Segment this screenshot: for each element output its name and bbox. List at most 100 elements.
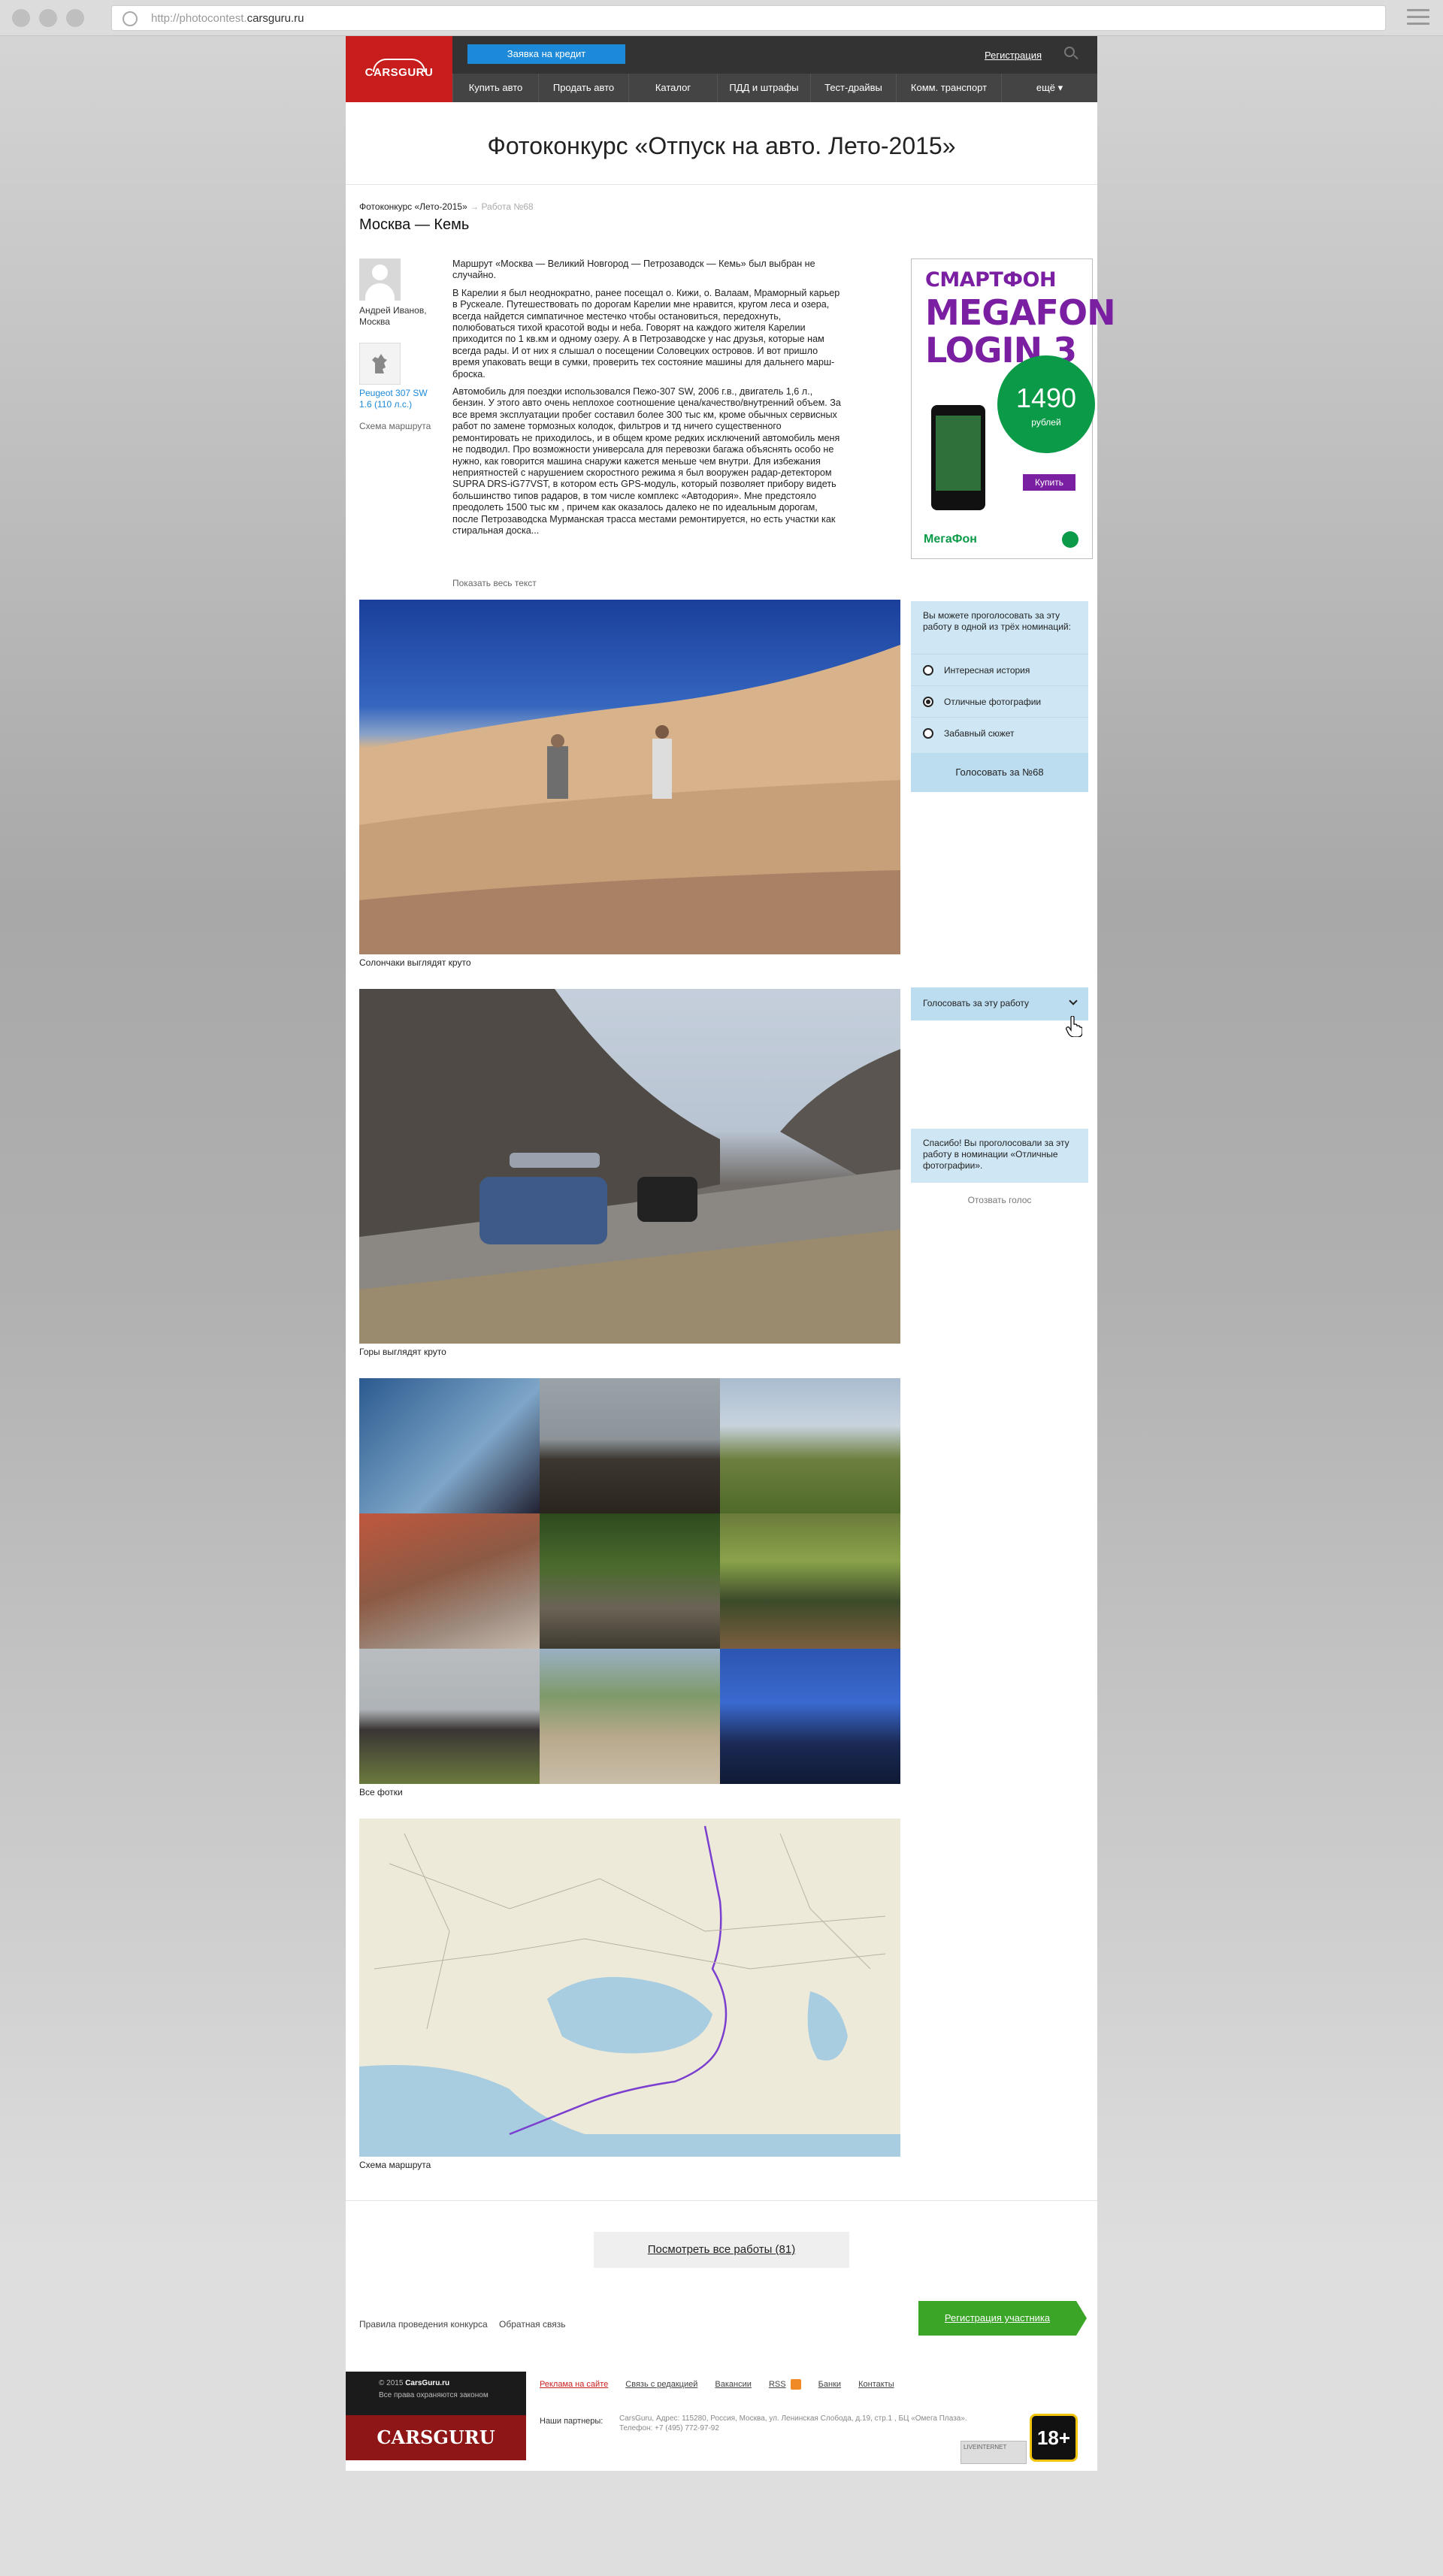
work-title: Москва — Кемь (359, 216, 470, 233)
ad-brand: МегаФон (924, 533, 977, 546)
age-rating-badge: 18+ (1030, 2414, 1078, 2462)
window-maximize-dot[interactable] (66, 9, 84, 27)
breadcrumb-separator: → (470, 201, 479, 212)
photo-salt-flats[interactable] (359, 600, 900, 954)
site-logo[interactable]: CARSGURU (346, 36, 452, 102)
phone-text: Телефон: +7 (495) 772-97-92 (619, 2424, 719, 2432)
search-icon[interactable] (1064, 47, 1075, 57)
photo-mountains[interactable] (359, 989, 900, 1344)
vote-option-label: Забавный сюжет (944, 728, 1015, 739)
author-name[interactable]: Андрей Иванов, Москва (359, 305, 442, 328)
page-title: Фотоконкурс «Отпуск на авто. Лето-2015» (487, 132, 956, 159)
route-scheme-link[interactable]: Схема маршрута (359, 421, 442, 432)
vote-thanks-message: Спасибо! Вы проголосовали за эту работу … (911, 1129, 1088, 1183)
thumb-photo[interactable] (720, 1513, 900, 1649)
car-brand-logo (359, 343, 401, 385)
thumb-photo[interactable] (720, 1649, 900, 1784)
peugeot-lion-icon (372, 354, 387, 373)
vote-submit-button[interactable]: Голосовать за №68 (911, 753, 1088, 792)
route-map[interactable] (359, 1819, 900, 2157)
photo-caption: Горы выглядят круто (359, 1347, 446, 1357)
story-text: Маршрут «Москва — Великий Новгород — Пет… (452, 259, 843, 543)
breadcrumb-parent[interactable]: Фотоконкурс «Лето-2015» (359, 201, 467, 212)
rss-icon[interactable] (790, 2379, 801, 2390)
footer-jobs-link[interactable]: Вакансии (715, 2380, 752, 2389)
vote-dropdown[interactable]: Голосовать за эту работу (911, 987, 1088, 1020)
register-link[interactable]: Регистрация (985, 50, 1042, 61)
breadcrumb: Фотоконкурс «Лето-2015» → Работа №68 (359, 201, 534, 212)
footer-editorial-link[interactable]: Связь с редакцией (625, 2380, 697, 2389)
footer-contacts-link[interactable]: Контакты (858, 2380, 894, 2389)
chevron-down-icon (1069, 996, 1078, 1005)
footer-rss-link[interactable]: RSS (769, 2380, 786, 2389)
contest-links: Правила проведения конкурса Обратная свя… (359, 2319, 574, 2330)
nav-traffic-rules[interactable]: ПДД и штрафы (717, 74, 810, 102)
revoke-vote-link[interactable]: Отозвать голос (911, 1195, 1088, 1205)
visit-counter[interactable]: LIVEINTERNET (960, 2441, 1027, 2464)
hand-cursor-icon (1066, 1016, 1082, 1037)
partners-label: Наши партнеры: (540, 2417, 604, 2426)
thumb-photo[interactable] (540, 1513, 720, 1649)
credit-request-button[interactable]: Заявка на кредит (467, 44, 625, 64)
title-band: Фотоконкурс «Отпуск на авто. Лето-2015» (346, 102, 1097, 185)
radio-button[interactable] (923, 728, 933, 739)
footer-nav: Реклама на сайте Связь с редакцией Вакан… (540, 2379, 909, 2390)
nav-catalog[interactable]: Каталог (628, 74, 717, 102)
ad-headline: СМАРТФОН (925, 268, 1057, 292)
window-minimize-dot[interactable] (39, 9, 57, 27)
menu-icon[interactable] (1407, 9, 1429, 29)
thumb-photo[interactable] (359, 1378, 540, 1513)
vote-option-story[interactable]: Интересная история (911, 654, 1088, 685)
ad-product: MEGAFON LOGIN 3 (925, 294, 1116, 369)
photo-grid (359, 1378, 900, 1784)
story-paragraph: Автомобиль для поездки использовался Пеж… (452, 386, 841, 536)
feedback-link[interactable]: Обратная связь (499, 2319, 565, 2330)
nav-commercial[interactable]: Комм. транспорт (896, 74, 1001, 102)
divider (346, 2200, 1097, 2201)
thumb-photo[interactable] (540, 1378, 720, 1513)
nav-more[interactable]: ещё ▾ (1001, 74, 1097, 102)
footer-logo[interactable]: CARSGURU (346, 2415, 526, 2460)
site-header: CARSGURU Заявка на кредит Регистрация Ку… (346, 36, 1097, 102)
window-close-dot[interactable] (12, 9, 30, 27)
avatar[interactable] (359, 259, 401, 301)
radio-button[interactable] (923, 665, 933, 676)
vote-dropdown-label: Голосовать за эту работу (923, 998, 1030, 1008)
page-status-icon (123, 11, 138, 26)
copyright-year: © 2015 (379, 2379, 404, 2387)
breadcrumb-current: Работа №68 (481, 201, 534, 212)
footer-banks-link[interactable]: Банки (818, 2380, 841, 2389)
photo-caption: Схема маршрута (359, 2160, 431, 2170)
story-paragraph: Маршрут «Москва — Великий Новгород — Пет… (452, 259, 815, 281)
radio-button-selected[interactable] (923, 697, 933, 707)
ad-buy-button[interactable]: Купить (1023, 474, 1075, 491)
vote-panel: Вы можете проголосовать за эту работу в … (911, 601, 1088, 792)
address-bar[interactable]: http://photocontest.carsguru.ru (111, 5, 1386, 31)
nav-buy-car[interactable]: Купить авто (452, 74, 538, 102)
story-paragraph: В Карелии я был неоднократно, ранее посе… (452, 287, 840, 379)
thumb-photo[interactable] (540, 1649, 720, 1784)
ad-banner[interactable]: СМАРТФОН MEGAFON LOGIN 3 1490 рублей Куп… (911, 259, 1116, 559)
nav-test-drives[interactable]: Тест-драйвы (810, 74, 896, 102)
footer-ad-link[interactable]: Реклама на сайте (540, 2380, 608, 2389)
nav-sell-car[interactable]: Продать авто (538, 74, 628, 102)
vote-option-label: Отличные фотографии (944, 697, 1042, 707)
url-text: http://photocontest.carsguru.ru (151, 12, 304, 25)
rights-text: Все права охраняются законом (379, 2391, 489, 2399)
thumb-photo[interactable] (359, 1513, 540, 1649)
vote-option-funny[interactable]: Забавный сюжет (911, 717, 1088, 748)
view-all-works-button[interactable]: Посмотреть все работы (81) (594, 2232, 849, 2268)
photo-caption: Солончаки выглядят круто (359, 957, 471, 968)
photo-caption: Все фотки (359, 1787, 403, 1797)
vote-option-label: Интересная история (944, 665, 1030, 676)
car-model-link[interactable]: Peugeot 307 SW 1.6 (110 л.с.) (359, 388, 442, 410)
ad-currency: рублей (1031, 417, 1061, 428)
thumb-photo[interactable] (359, 1649, 540, 1784)
footer-brand: © 2015 CarsGuru.ru Все права охраняются … (346, 2372, 526, 2460)
contest-rules-link[interactable]: Правила проведения конкурса (359, 2319, 488, 2330)
show-full-text-link[interactable]: Показать весь текст (452, 578, 537, 588)
register-participant-button[interactable]: Регистрация участника (918, 2301, 1087, 2336)
thumb-photo[interactable] (720, 1378, 900, 1513)
vote-option-photos[interactable]: Отличные фотографии (911, 685, 1088, 717)
footer-copyright: © 2015 CarsGuru.ru Все права охраняются … (379, 2378, 489, 2402)
